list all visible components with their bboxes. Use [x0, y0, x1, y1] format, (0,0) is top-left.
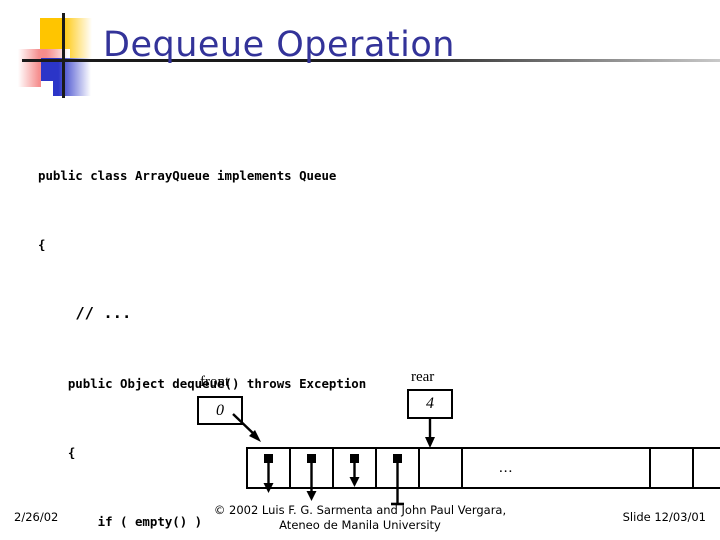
code-line: // ...: [38, 304, 132, 322]
decorative-logo: [10, 13, 100, 98]
array-cell-ellipsis: ...: [463, 449, 651, 487]
object-reference-icon: [349, 454, 360, 487]
rear-pointer-label: rear: [411, 369, 435, 385]
logo-blue-notch: [41, 81, 53, 96]
footer-copyright-line-1: © 2002 Luis F. G. Sarmenta and John Paul…: [213, 503, 507, 517]
array-cell: [420, 449, 463, 487]
object-reference-icon: [306, 454, 317, 501]
object-reference-icon: [391, 454, 404, 506]
array-diagram: ...: [246, 447, 720, 506]
slide: Dequeue Operation public class ArrayQueu…: [0, 0, 720, 540]
code-line: public class ArrayQueue implements Queue: [38, 168, 337, 183]
array-cell: [651, 449, 694, 487]
object-reference-icon: [263, 454, 274, 493]
logo-vertical-rule: [62, 13, 65, 98]
rear-pointer-arrow-icon: [425, 419, 435, 448]
array-ellipsis-label: ...: [499, 460, 514, 476]
footer-slide-number: Slide 12/03/01: [622, 510, 706, 524]
array-cell: [291, 449, 334, 501]
array-cell: [377, 449, 420, 506]
array-cell: [248, 449, 291, 493]
front-pointer-arrow-icon: [232, 413, 261, 442]
array-cell: [694, 449, 720, 487]
footer-copyright-line-2: Ateneo de Manila University: [279, 518, 441, 532]
rear-pointer-box: 4: [407, 389, 453, 419]
front-pointer-label: front: [200, 374, 230, 390]
array-cell: [334, 449, 377, 487]
code-line: {: [38, 237, 46, 252]
page-title: Dequeue Operation: [103, 25, 455, 65]
